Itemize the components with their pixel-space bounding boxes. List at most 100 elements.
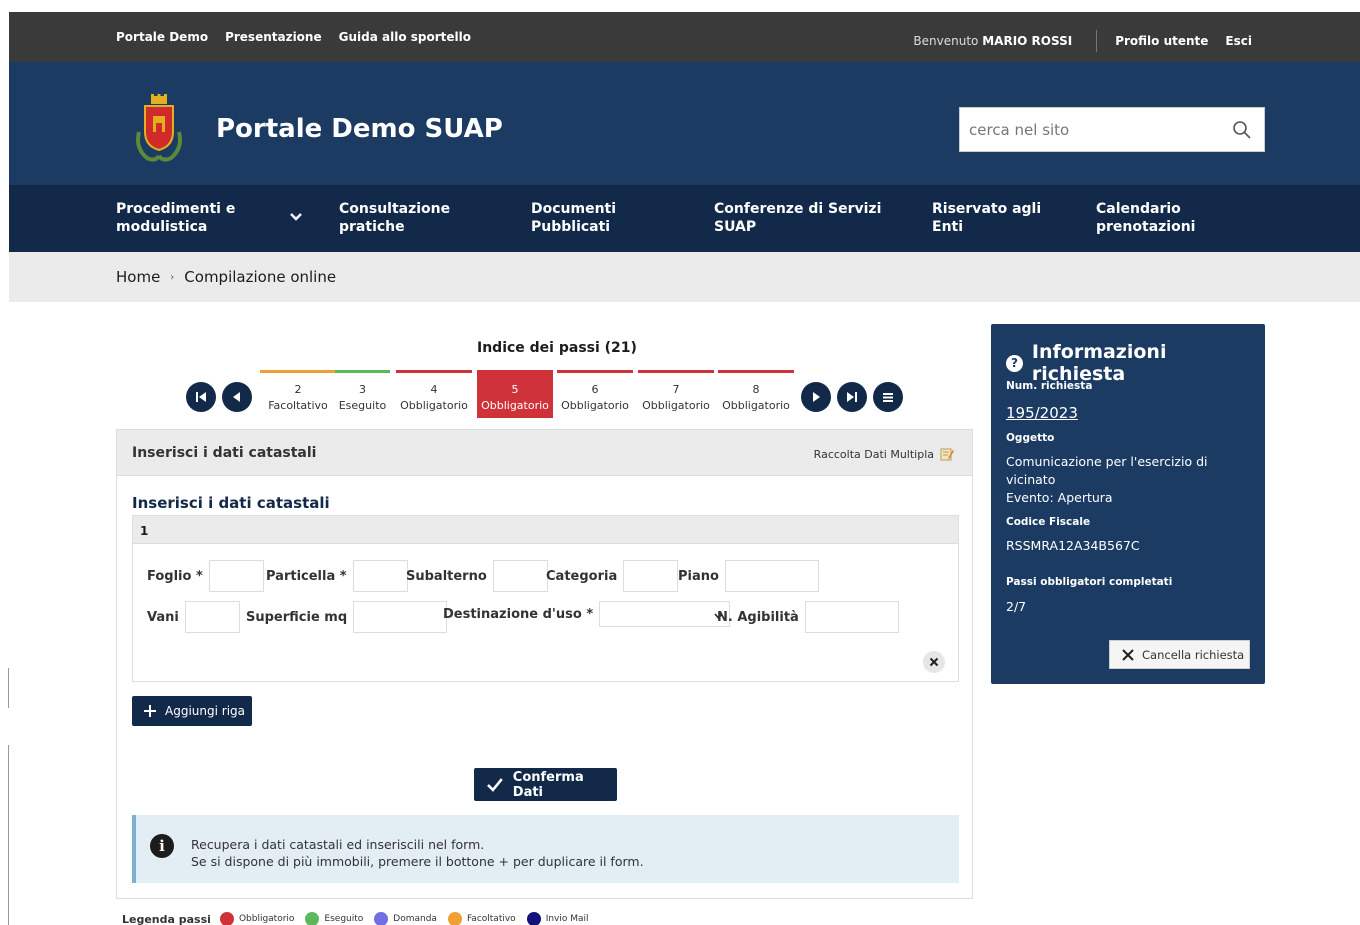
next-step-icon[interactable] bbox=[801, 382, 831, 412]
steps-title: Indice dei passi (21) bbox=[477, 340, 637, 356]
step-label: Eseguito bbox=[338, 399, 387, 412]
step-number: 5 bbox=[511, 383, 519, 396]
nav-conferenze[interactable]: Conferenze di Servizi SUAP bbox=[714, 200, 881, 236]
field-categoria: Categoria bbox=[546, 560, 679, 592]
breadcrumb-current: Compilazione online bbox=[184, 268, 337, 286]
legend-label: Domanda bbox=[393, 914, 437, 924]
num-label: Num. richiesta bbox=[1006, 380, 1093, 392]
nav-label: Documenti bbox=[531, 201, 617, 217]
superficie-input[interactable] bbox=[353, 601, 448, 633]
nav-label: Consultazione bbox=[339, 201, 451, 217]
destinazione-select[interactable] bbox=[599, 601, 731, 627]
request-number-link[interactable]: 195/2023 bbox=[1006, 404, 1256, 422]
step-label: Obbligatorio bbox=[722, 399, 790, 412]
remove-row-icon[interactable] bbox=[923, 651, 945, 673]
agibilita-input[interactable] bbox=[804, 601, 899, 633]
subalterno-label: Subalterno bbox=[406, 568, 487, 584]
step-8[interactable]: 8 Obbligatorio bbox=[718, 370, 794, 418]
panel-title: Inserisci i dati catastali bbox=[132, 445, 317, 461]
legend-dot-facoltativo bbox=[447, 912, 462, 925]
foglio-input[interactable] bbox=[208, 560, 264, 592]
info-text: Se si dispone di più immobili, premere i… bbox=[191, 854, 644, 869]
step-number: 3 bbox=[359, 383, 366, 396]
multi-data-label: Raccolta Dati Multipla bbox=[813, 447, 934, 461]
subalterno-input[interactable] bbox=[492, 560, 548, 592]
categoria-input[interactable] bbox=[623, 560, 679, 592]
vani-label: Vani bbox=[147, 609, 179, 625]
search-icon[interactable] bbox=[1232, 120, 1252, 140]
info-text: Recupera i dati catastali ed inseriscili… bbox=[191, 837, 485, 852]
breadcrumb-home[interactable]: Home bbox=[116, 268, 160, 286]
nav-label: SUAP bbox=[714, 219, 757, 235]
search-input[interactable] bbox=[960, 108, 1210, 151]
site-title[interactable]: Portale Demo SUAP bbox=[216, 114, 503, 144]
cf-value: RSSMRA12A34B567C bbox=[1006, 538, 1140, 553]
nav-calendario[interactable]: Calendario prenotazioni bbox=[1096, 200, 1195, 236]
logout-link[interactable]: Esci bbox=[1225, 34, 1252, 48]
nav-label: Procedimenti e bbox=[116, 201, 236, 217]
profile-link[interactable]: Profilo utente bbox=[1115, 34, 1208, 48]
nav-label: modulistica bbox=[116, 219, 208, 235]
step-2[interactable]: 2 Facoltativo bbox=[260, 370, 336, 418]
legend-dot-eseguito bbox=[305, 912, 320, 925]
menu-list-icon[interactable] bbox=[873, 382, 903, 412]
field-foglio: Foglio * bbox=[147, 560, 264, 592]
info-icon: i bbox=[150, 834, 174, 858]
add-row-button[interactable]: Aggiungi riga bbox=[132, 696, 252, 726]
welcome-text: Benvenuto MARIO ROSSI bbox=[913, 34, 1072, 48]
coat-of-arms-logo[interactable] bbox=[133, 92, 185, 164]
steps-legend: Legenda passi Obbligatorio Eseguito Doma… bbox=[122, 912, 595, 925]
first-step-icon[interactable] bbox=[186, 382, 216, 412]
piano-input[interactable] bbox=[724, 560, 819, 592]
user-area: Benvenuto MARIO ROSSI Profilo utente Esc… bbox=[913, 30, 1252, 52]
link-guida-sportello[interactable]: Guida allo sportello bbox=[339, 30, 471, 44]
chevron-down-icon[interactable] bbox=[289, 212, 303, 222]
step-7[interactable]: 7 Obbligatorio bbox=[638, 370, 714, 418]
passi-value: 2/7 bbox=[1006, 599, 1027, 614]
destinazione-label: Destinazione d'uso * bbox=[443, 606, 594, 622]
confirm-data-button[interactable]: Conferma Dati bbox=[474, 768, 617, 801]
request-info-title-text: Informazioni richiesta bbox=[1031, 341, 1167, 385]
step-number: 8 bbox=[752, 383, 760, 396]
breadcrumb-separator-icon: › bbox=[170, 271, 175, 283]
info-alert: i Recupera i dati catastali ed inserisci… bbox=[132, 815, 959, 883]
nav-documenti[interactable]: Documenti Pubblicati bbox=[531, 200, 616, 236]
nav-riservato[interactable]: Riservato agli Enti bbox=[932, 200, 1041, 236]
cancel-request-button[interactable]: Cancella richiesta bbox=[1109, 640, 1250, 669]
checkmark-icon bbox=[487, 777, 503, 792]
legend-title: Legenda passi bbox=[122, 912, 211, 925]
legend-label: Invio Mail bbox=[545, 914, 589, 924]
link-presentazione[interactable]: Presentazione bbox=[225, 30, 322, 44]
step-label: Obbligatorio bbox=[400, 399, 468, 412]
legend-dot-domanda bbox=[374, 912, 389, 925]
field-destinazione: Destinazione d'uso * bbox=[443, 601, 731, 627]
browser-page: Portale Demo Presentazione Guida allo sp… bbox=[9, 12, 1360, 925]
nav-procedimenti[interactable]: Procedimenti e modulistica bbox=[116, 200, 235, 236]
step-6[interactable]: 6 Obbligatorio bbox=[557, 370, 633, 418]
vani-input[interactable] bbox=[184, 601, 240, 633]
foglio-label: Foglio * bbox=[147, 568, 203, 584]
prev-step-icon[interactable] bbox=[222, 382, 252, 412]
search-box bbox=[959, 107, 1265, 152]
divider bbox=[1096, 30, 1098, 52]
site-header: Portale Demo SUAP bbox=[9, 62, 1360, 185]
particella-label: Particella * bbox=[266, 568, 347, 584]
field-piano: Piano bbox=[678, 560, 819, 592]
oggetto-value: Comunicazione per l'esercizio di vicinat… bbox=[1006, 453, 1256, 507]
question-icon: ? bbox=[1006, 354, 1023, 372]
step-number: 2 bbox=[294, 383, 302, 396]
particella-input[interactable] bbox=[352, 560, 408, 592]
step-3[interactable]: 3 Eseguito bbox=[335, 370, 390, 418]
step-4[interactable]: 4 Obbligatorio bbox=[396, 370, 472, 418]
agibilita-label: N. Agibilità bbox=[717, 609, 799, 625]
legend-dot-obbligatorio bbox=[219, 912, 234, 925]
nav-consultazione[interactable]: Consultazione pratiche bbox=[339, 200, 450, 236]
multi-data-toggle[interactable]: Raccolta Dati Multipla bbox=[814, 447, 954, 461]
step-label: Obbligatorio bbox=[561, 399, 629, 412]
step-label: Facoltativo bbox=[268, 399, 328, 412]
passi-label: Passi obbligatori completati bbox=[1006, 576, 1173, 588]
main-nav: Procedimenti e modulistica Consultazione p… bbox=[9, 185, 1360, 252]
last-step-icon[interactable] bbox=[837, 382, 867, 412]
link-portale-demo[interactable]: Portale Demo bbox=[116, 30, 208, 44]
step-5-current[interactable]: 5 Obbligatorio bbox=[477, 370, 553, 418]
